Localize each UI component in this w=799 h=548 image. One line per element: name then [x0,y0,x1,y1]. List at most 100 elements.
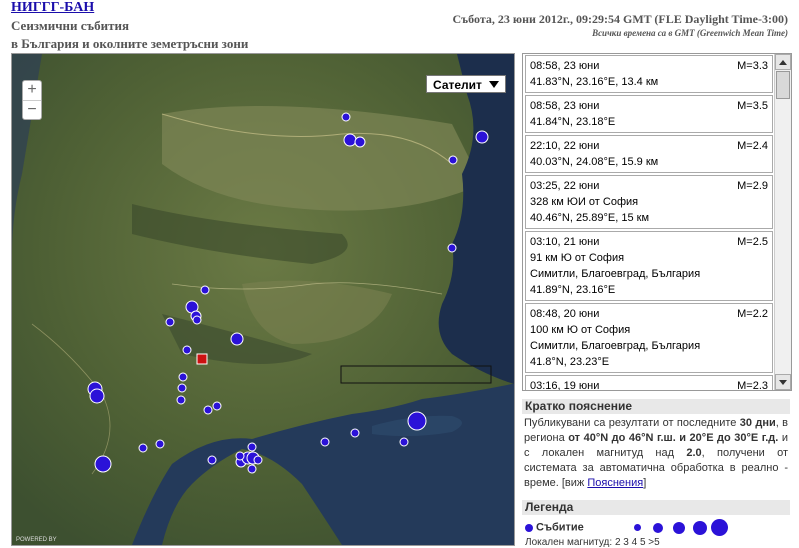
event-magnitude: M=2.2 [737,308,768,320]
event-marker[interactable] [182,345,192,355]
legend-event-label: Събитие [536,521,584,534]
event-header: 08:48, 20 юни M=2.2 [530,306,768,322]
event-detail: 91 км Ю от София [530,252,625,264]
event-time: 08:58, 23 юни [530,60,600,72]
event-detail: 40.46°N, 25.89°E, 15 км [530,212,650,224]
zoom-out-button[interactable]: − [23,101,41,120]
info-heading: Кратко пояснение [522,399,790,414]
event-marker[interactable] [207,455,217,465]
event-marker[interactable] [94,455,112,473]
event-marker[interactable] [178,372,188,382]
event-magnitude: M=2.4 [737,140,768,152]
event-header: 03:25, 22 юни M=2.9 [530,178,768,194]
legend-magnitude-values: 2 3 4 5 >5 [614,537,660,548]
event-detail: 41.83°N, 23.16°E, 13.4 км [530,76,659,88]
event-marker[interactable] [138,443,148,453]
magnitude-dot-3-icon [652,522,663,533]
event-list: 08:58, 23 юни M=3.3 41.83°N, 23.16°E, 13.4… [525,54,773,391]
event-header: 22:10, 22 юни M=2.4 [530,138,768,154]
event-item[interactable]: 08:58, 23 юни M=3.3 41.83°N, 23.16°E, 13.4… [525,55,773,93]
event-item[interactable]: 03:16, 19 юниM=2.385 км Ю от София [525,375,773,391]
event-marker[interactable] [230,332,244,346]
event-magnitude: M=2.5 [737,236,768,248]
event-time: 08:58, 23 юни [530,100,600,112]
satellite-map[interactable] [12,54,514,545]
event-magnitude: M=2.9 [737,180,768,192]
event-item[interactable]: 08:58, 23 юни M=3.5 41.84°N, 23.18°E [525,95,773,133]
event-marker[interactable] [253,455,263,465]
map-type-select[interactable]: Сателит [426,75,506,93]
event-detail: 100 км Ю от София [530,324,631,336]
event-header: 03:16, 19 юни M=2.3 [530,378,768,391]
event-header: 03:10, 21 юни M=2.5 [530,234,768,250]
event-magnitude: M=3.3 [737,60,768,72]
event-marker[interactable] [155,439,165,449]
current-datetime: Събота, 23 юни 2012г., 09:29:54 GMT (FLE… [452,12,788,26]
timezone-note: Всички времена са в GMT (Greenwich Mean … [592,28,788,38]
scroll-thumb[interactable] [776,71,790,99]
event-marker[interactable] [350,428,360,438]
info-min-magnitude: 2.0 [686,447,702,459]
event-marker[interactable] [343,133,357,147]
info-text: Публикувани са резултати от последните 3… [522,414,790,492]
event-header: 08:58, 23 юни M=3.5 [530,98,768,114]
event-marker[interactable] [177,383,187,393]
legend: Събитие Локален магнитуд: 2 3 4 5 >5 [522,515,790,548]
event-marker[interactable] [192,315,202,325]
event-time: 03:16, 19 юни [530,380,600,391]
event-marker[interactable] [200,285,210,295]
zoom-control[interactable]: + − [22,80,42,120]
page-title: Сеизмични събития [11,18,130,33]
map-view[interactable]: + − Сателит POWERED BY [11,53,515,546]
scroll-down-button[interactable] [775,374,791,390]
event-marker[interactable] [475,130,489,144]
latest-event-marker[interactable] [196,353,208,365]
event-marker[interactable] [165,317,175,327]
event-detail: 41.8°N, 23.23°E [530,356,610,368]
event-marker[interactable] [399,437,409,447]
event-item[interactable]: 22:10, 22 юни M=2.4 40.03°N, 24.08°E, 15.9… [525,135,773,173]
arrow-down-icon [779,380,787,385]
event-marker[interactable] [341,112,351,122]
event-detail: Симитли, Благоевград, България [530,268,701,280]
event-item[interactable]: 03:10, 21 юни M=2.5 91 км Ю от София Симитл… [525,231,773,301]
event-marker[interactable] [247,464,257,474]
event-header: 08:58, 23 юни M=3.3 [530,58,768,74]
event-list-panel[interactable]: 08:58, 23 юни M=3.3 41.83°N, 23.16°E, 13.4… [522,53,792,391]
event-marker[interactable] [212,401,222,411]
event-detail: 40.03°N, 24.08°E, 15.9 км [530,156,659,168]
event-marker[interactable] [235,451,245,461]
info-days: 30 дни [739,417,776,429]
info-text-a: Публикувани са резултати от последните [524,417,740,429]
event-item[interactable]: 03:25, 22 юни M=2.9 328 км ЮИ от София 40.4… [525,175,773,229]
event-marker[interactable] [407,411,427,431]
event-marker[interactable] [354,136,366,148]
event-marker[interactable] [447,243,457,253]
event-detail: 328 км ЮИ от София [530,196,639,208]
arrow-up-icon [779,60,787,65]
event-time: 08:48, 20 юни [530,308,600,320]
scroll-up-button[interactable] [775,54,791,70]
event-marker[interactable] [176,395,186,405]
info-region: от 40°N до 46°N г.ш. и 20°E до 30°E г.д. [568,432,779,444]
event-marker[interactable] [320,437,330,447]
event-detail: 41.84°N, 23.18°E [530,116,616,128]
event-detail: Симитли, Благоевград, България [530,340,701,352]
magnitude-dot-max-icon [710,519,728,536]
zoom-in-button[interactable]: + [23,81,41,101]
explanations-link[interactable]: Пояснения [587,477,643,489]
event-dot-icon [525,523,533,532]
org-link[interactable]: НИГГГ-БАН [11,0,94,16]
event-magnitude: M=2.3 [737,380,768,391]
event-marker[interactable] [448,155,458,165]
event-marker[interactable] [89,388,105,404]
magnitude-dot-4-icon [672,521,685,534]
event-list-scrollbar[interactable] [774,54,791,390]
event-time: 03:10, 21 юни [530,236,600,248]
event-item[interactable]: 08:48, 20 юни M=2.2 100 км Ю от София Симит… [525,303,773,373]
event-marker[interactable] [203,405,213,415]
magnitude-dot-5-icon [692,520,707,535]
event-time: 22:10, 22 юни [530,140,600,152]
powered-by-logo: POWERED BY [16,537,57,543]
event-marker[interactable] [247,442,257,452]
